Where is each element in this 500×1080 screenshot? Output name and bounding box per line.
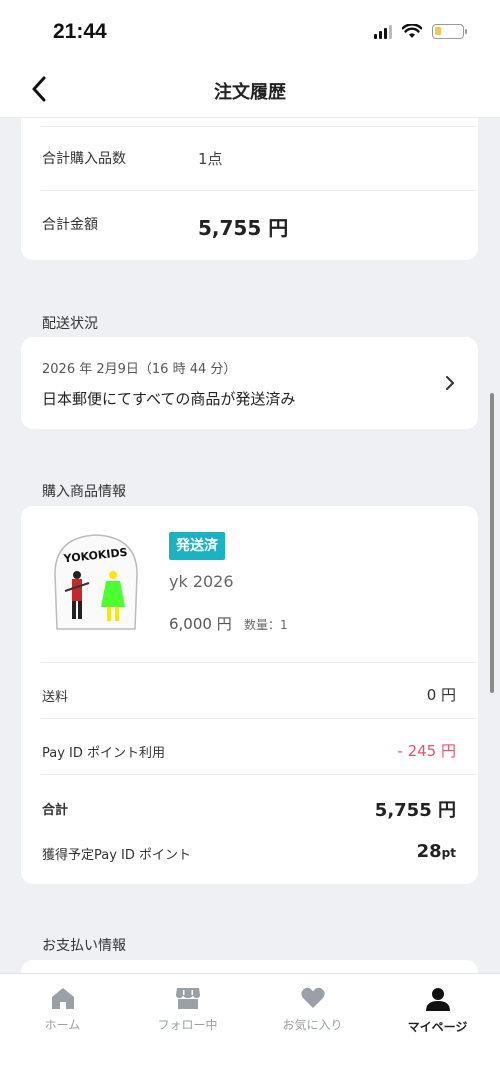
tab-favorites[interactable]: お気に入り (250, 986, 375, 1033)
payment-card (21, 960, 478, 973)
earned-points-label: 獲得予定Pay ID ポイント (42, 848, 192, 863)
wifi-icon (402, 24, 422, 38)
tab-following-label: フォロー中 (157, 1018, 218, 1032)
signal-icon (374, 24, 392, 39)
tab-favorites-label: お気に入り (282, 1018, 343, 1032)
shipping-fee-value: 0 円 (426, 686, 456, 704)
product-card: YOKOKIDS 発送済 yk 2026 6,000 円 数量：1 送料 0 円… (21, 506, 478, 884)
shipping-section-title: 配送状況 (42, 316, 98, 332)
breakdown-total-value: 5,755 円 (374, 800, 456, 821)
points-used-value: - 245 円 (397, 742, 456, 760)
tab-bar: ホーム フォロー中 お気に入り マイページ (0, 973, 500, 1080)
shipping-fee-label: 送料 (42, 690, 69, 705)
product-price: 6,000 円 (169, 615, 232, 633)
product-image[interactable]: YOKOKIDS (51, 529, 141, 634)
battery-icon (432, 24, 467, 39)
scrollbar[interactable] (490, 393, 494, 693)
store-icon (175, 988, 200, 1009)
tab-home[interactable]: ホーム (0, 986, 125, 1033)
order-summary-card: 合計購入品数 1点 合計金額 5,755 円 (21, 118, 478, 260)
status-badge: 発送済 (169, 532, 225, 560)
product-name[interactable]: yk 2026 (169, 572, 234, 591)
nav-bar: 注文履歴 (0, 62, 500, 118)
shipping-date: 2026 年 2月9日（16 時 44 分） (42, 362, 237, 377)
person-icon (425, 988, 450, 1011)
status-bar: 21:44 (0, 0, 500, 62)
product-section-title: 購入商品情報 (42, 484, 126, 500)
page-title: 注文履歴 (214, 82, 286, 103)
shipping-status-card[interactable]: 2026 年 2月9日（16 時 44 分） 日本郵便にてすべての商品が発送済み (21, 337, 478, 429)
tab-home-label: ホーム (44, 1018, 81, 1032)
home-icon (51, 988, 74, 1009)
order-detail-content[interactable]: 合計購入品数 1点 合計金額 5,755 円 配送状況 2026 年 2月9日（… (0, 118, 500, 973)
total-items-label: 合計購入品数 (42, 151, 126, 167)
total-items-value: 1点 (198, 150, 223, 168)
tab-mypage-label: マイページ (407, 1020, 468, 1034)
total-amount-value: 5,755 円 (198, 216, 289, 240)
tab-mypage[interactable]: マイページ (375, 986, 500, 1035)
earned-points-value: 28pt (417, 841, 456, 862)
chevron-right-icon (446, 376, 454, 390)
points-used-label: Pay ID ポイント利用 (42, 746, 166, 761)
status-icons (374, 24, 467, 39)
total-amount-label: 合計金額 (42, 217, 98, 233)
status-time: 21:44 (53, 20, 107, 43)
shipping-status-text: 日本郵便にてすべての商品が発送済み (42, 390, 296, 408)
heart-icon (300, 987, 325, 1008)
earned-points-unit: pt (441, 846, 456, 860)
product-quantity: 数量：1 (244, 618, 288, 632)
earned-points-number: 28 (416, 841, 442, 862)
tab-following[interactable]: フォロー中 (125, 986, 250, 1033)
breakdown-total-label: 合計 (42, 803, 69, 818)
payment-section-title: お支払い情報 (42, 938, 126, 954)
